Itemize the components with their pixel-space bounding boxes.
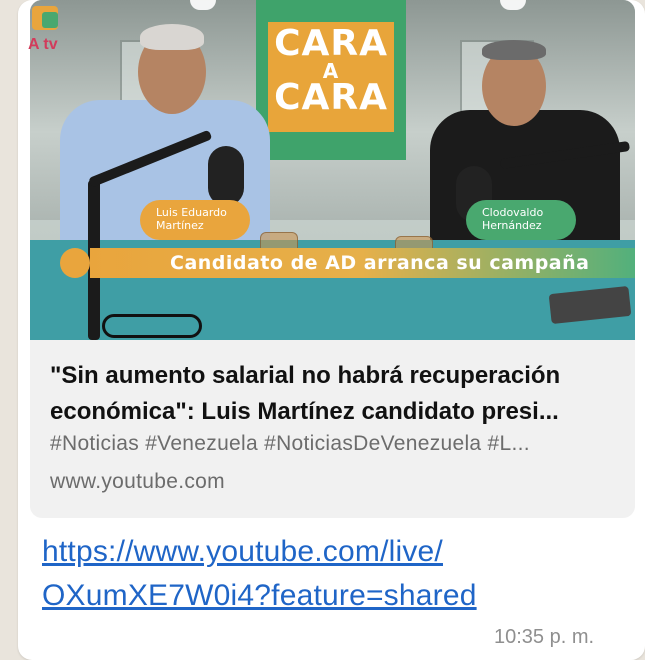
channel-logo-icon: A tv <box>28 2 64 58</box>
preview-title[interactable]: "Sin aumento salarial no habrá recuperac… <box>50 358 625 430</box>
microphone-left <box>208 146 244 206</box>
link-preview-card[interactable]: CARA A CARA Luis Eduardo Martínez Clodov… <box>30 0 635 518</box>
lower-third-banner: Candidato de AD arranca su campaña <box>90 248 635 278</box>
channel-bug-icon <box>60 248 90 278</box>
video-thumbnail[interactable]: CARA A CARA Luis Eduardo Martínez Clodov… <box>30 0 635 340</box>
shared-link[interactable]: https://www.youtube.com/live/ OXumXE7W0i… <box>42 530 622 618</box>
show-logo-text: CARA A CARA <box>274 23 388 118</box>
eyeglasses <box>102 314 202 338</box>
preview-domain: www.youtube.com <box>50 470 225 493</box>
name-tag-right: Clodovaldo Hernández <box>466 200 576 240</box>
preview-description: #Noticias #Venezuela #NoticiasDeVenezuel… <box>50 432 530 455</box>
host-left-hair <box>140 24 204 50</box>
guest-right-hair <box>482 40 546 60</box>
message-timestamp: 10:35 p. m. <box>494 626 595 648</box>
name-tag-left: Luis Eduardo Martínez <box>140 200 250 240</box>
